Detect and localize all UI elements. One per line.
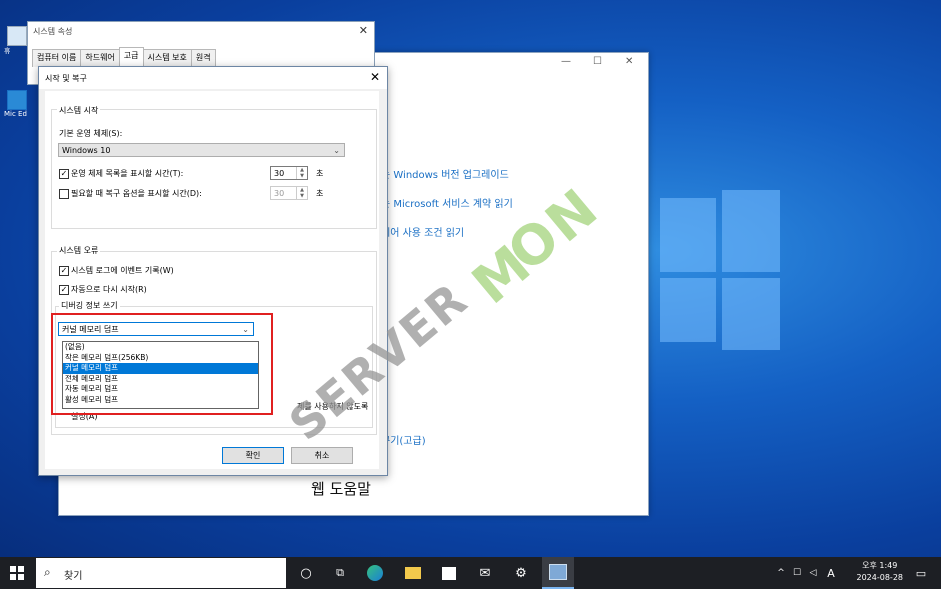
debug-group-label: 디버깅 정보 쓰기 — [59, 300, 120, 311]
tab-bar: 컴퓨터 이름 하드웨어 고급 시스템 보호 원격 — [32, 47, 216, 67]
show-recovery-checkbox[interactable] — [59, 189, 69, 199]
ime-indicator[interactable]: A — [824, 557, 838, 589]
write-event-label: 시스템 로그에 이벤트 기록(W) — [71, 266, 174, 275]
link-service-agreement[interactable]: 는 Microsoft 서비스 계약 읽기 — [381, 195, 513, 210]
tab-remote[interactable]: 원격 — [190, 49, 216, 67]
system-properties-taskbar-icon[interactable] — [542, 557, 574, 589]
write-event-checkbox[interactable]: ✓ — [59, 266, 69, 276]
settings-gear-icon[interactable]: ⚙ — [506, 557, 536, 589]
edge-icon — [7, 90, 27, 110]
show-hidden-icons-chevron-icon[interactable]: ^ — [774, 557, 788, 589]
auto-restart-label: 자동으로 다시 시작(R) — [71, 285, 147, 294]
unit-seconds: 초 — [316, 189, 324, 198]
windows-logo-wallpaper — [660, 190, 780, 350]
default-os-select[interactable]: Windows 10 ⌄ — [58, 143, 345, 157]
show-list-spinner[interactable]: 30 ▲ ▼ — [270, 166, 308, 180]
auto-restart-checkbox[interactable]: ✓ — [59, 285, 69, 295]
tab-system-protection[interactable]: 시스템 보호 — [142, 49, 192, 67]
link-license-terms[interactable]: 웨어 사용 조건 읽기 — [381, 224, 464, 239]
file-explorer-icon[interactable] — [398, 557, 428, 589]
clock[interactable]: 오후 1:49 2024-08-28 — [857, 560, 904, 584]
store-icon[interactable] — [434, 557, 464, 589]
edge-icon — [367, 565, 383, 581]
close-icon[interactable]: ✕ — [359, 24, 368, 37]
unit-seconds: 초 — [316, 169, 324, 178]
tab-advanced[interactable]: 고급 — [118, 47, 144, 65]
volume-icon[interactable]: ◁ — [806, 557, 820, 589]
show-recovery-label: 필요할 때 복구 옵션을 표시할 시간(D): — [71, 189, 202, 198]
desktop-icon-edge[interactable]: Mic Ed — [4, 90, 30, 120]
recycle-bin-icon — [7, 26, 27, 46]
tab-computer-name[interactable]: 컴퓨터 이름 — [32, 49, 82, 67]
web-help-heading: 웹 도움말 — [311, 480, 371, 498]
ok-button[interactable]: 확인 — [222, 447, 284, 464]
spinner-arrows-icon[interactable]: ▲ ▼ — [296, 167, 307, 179]
clock-time: 오후 1:49 — [862, 561, 898, 570]
tab-hardware[interactable]: 하드웨어 — [80, 49, 120, 67]
clock-date: 2024-08-28 — [856, 573, 904, 582]
taskbar: ⌕ 찾기 ○ ⧉ ✉ ⚙ ^ ☐ ◁ A 오후 1:49 2024-08-28 … — [0, 557, 941, 589]
show-recovery-spinner[interactable]: 30 ▲ ▼ — [270, 186, 308, 200]
cortana-icon[interactable]: ○ — [292, 557, 320, 589]
edge-taskbar-icon[interactable] — [360, 557, 390, 589]
network-icon[interactable]: ☐ — [790, 557, 804, 589]
show-list-checkbox[interactable]: ✓ — [59, 169, 69, 179]
default-os-label: 기본 운영 체제(S): — [59, 129, 123, 138]
search-placeholder: 찾기 — [64, 571, 83, 582]
failure-group-label: 시스템 오류 — [57, 245, 101, 256]
disable-autodelete-label: 제를 사용하지 않도록 — [297, 402, 369, 411]
startup-group-label: 시스템 시작 — [57, 105, 101, 116]
link-upgrade-windows[interactable]: 는 Windows 버전 업그레이드 — [381, 166, 509, 181]
window-title: 시스템 속성 — [33, 27, 73, 36]
spinner-arrows-icon[interactable]: ▲ ▼ — [296, 187, 307, 199]
search-icon: ⌕ — [44, 565, 51, 579]
highlight-box — [51, 313, 273, 415]
close-button[interactable]: ✕ — [625, 56, 633, 67]
task-view-icon[interactable]: ⧉ — [326, 557, 354, 589]
cancel-button[interactable]: 취소 — [291, 447, 353, 464]
chevron-down-icon: ⌄ — [333, 146, 340, 155]
start-button[interactable] — [0, 557, 34, 589]
maximize-button[interactable]: ☐ — [593, 56, 602, 67]
search-box[interactable]: ⌕ 찾기 — [36, 558, 286, 588]
close-icon[interactable]: ✕ — [370, 70, 380, 84]
dialog-titlebar: 시작 및 복구 ✕ — [39, 67, 387, 89]
mail-icon[interactable]: ✉ — [470, 557, 500, 589]
show-list-label: 운영 체제 목록을 표시할 시간(T): — [71, 169, 184, 178]
notification-icon[interactable]: ▭ — [906, 557, 936, 589]
dialog-title: 시작 및 복구 — [45, 74, 87, 83]
windows-icon — [10, 566, 24, 580]
minimize-button[interactable]: — — [561, 56, 571, 67]
